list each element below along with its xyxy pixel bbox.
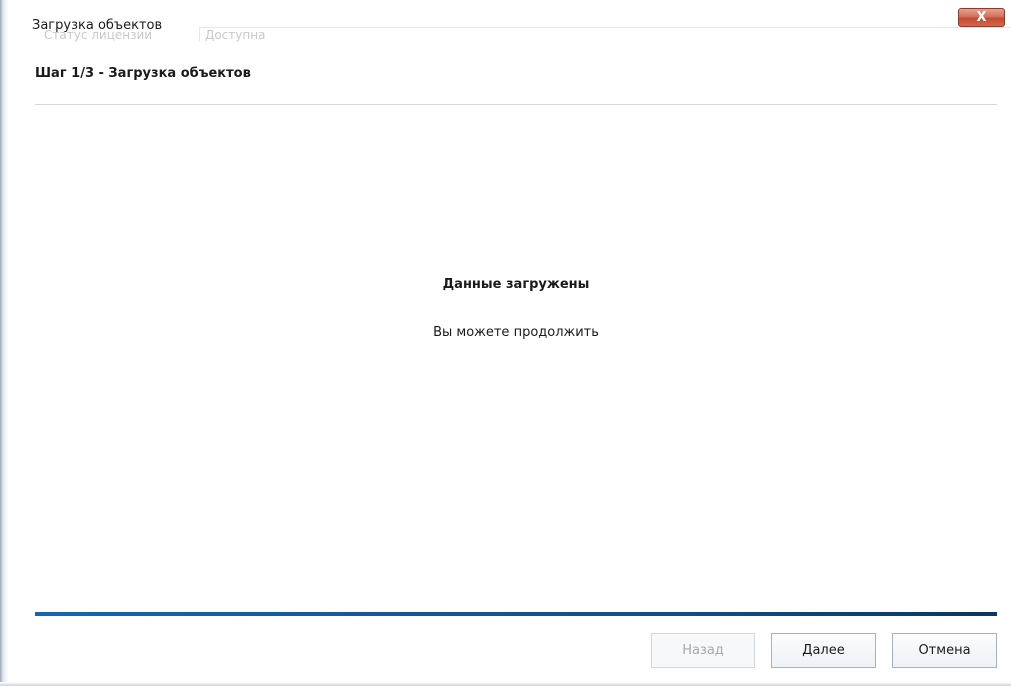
status-title: Данные загружены (442, 277, 590, 292)
close-button[interactable]: X (958, 8, 1005, 27)
background-tab-frame (199, 27, 1011, 41)
window-left-border (0, 0, 9, 686)
next-button[interactable]: Далее (771, 633, 876, 668)
window-bottom-border (0, 682, 1011, 686)
progress-bar (35, 612, 997, 616)
header-divider (35, 104, 997, 105)
progress-bar-fill (35, 612, 997, 616)
wizard-dialog: Статус лицензии Доступна Загрузка объект… (0, 0, 1011, 686)
back-button[interactable]: Назад (651, 633, 755, 668)
title-bar[interactable]: Статус лицензии Доступна Загрузка объект… (9, 0, 1011, 42)
background-tab-available: Доступна (205, 28, 266, 42)
close-icon: X (976, 10, 987, 25)
step-title: Шаг 1/3 - Загрузка объектов (35, 66, 251, 81)
window-title: Загрузка объектов (32, 18, 163, 33)
cancel-button[interactable]: Отмена (892, 633, 997, 668)
status-message: Вы можете продолжить (433, 325, 599, 340)
